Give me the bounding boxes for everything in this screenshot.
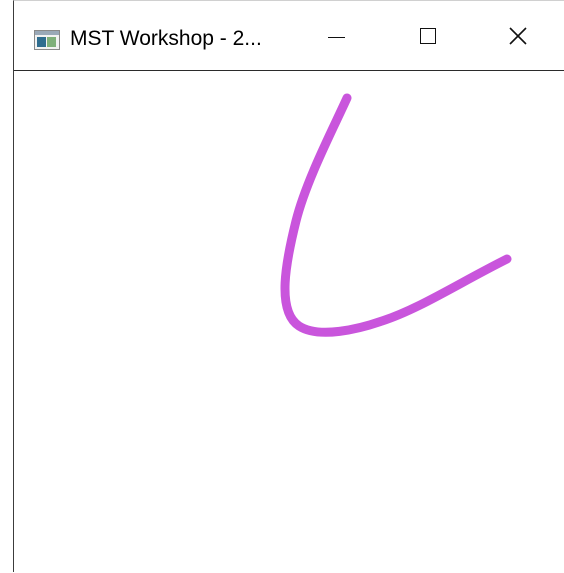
drawing-canvas[interactable] <box>14 71 564 573</box>
close-icon <box>509 26 527 45</box>
ink-stroke <box>280 93 512 337</box>
window-frame: MST Workshop - 2... <box>13 0 564 573</box>
application-window-icon[interactable] <box>34 30 60 50</box>
window-title: MST Workshop - 2... <box>70 27 262 50</box>
title-bar[interactable]: MST Workshop - 2... <box>14 1 564 71</box>
maximize-icon <box>420 27 436 44</box>
close-button[interactable] <box>472 1 564 70</box>
maximize-button[interactable] <box>382 1 474 70</box>
app-window: MST Workshop - 2... <box>0 0 564 573</box>
minimize-icon <box>327 37 345 38</box>
minimize-button[interactable] <box>290 1 382 70</box>
